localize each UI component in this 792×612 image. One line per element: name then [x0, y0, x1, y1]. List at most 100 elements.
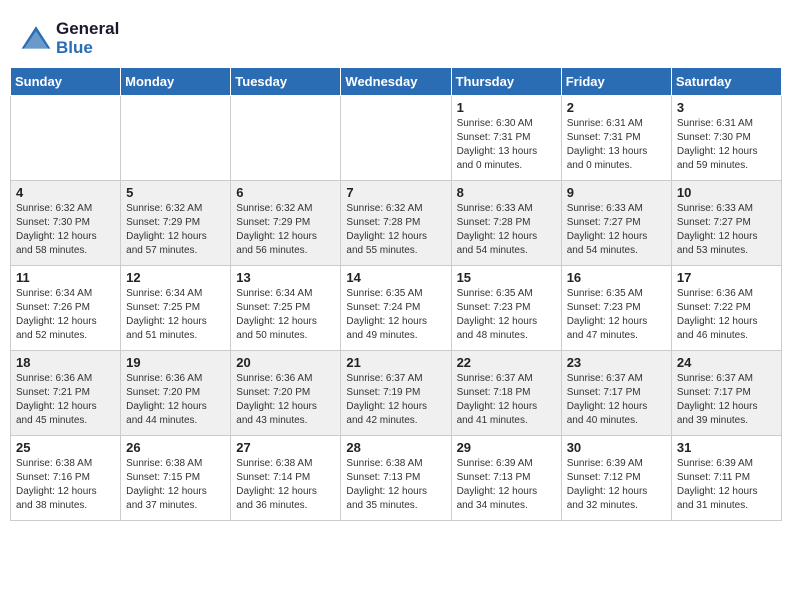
calendar-cell: 1Sunrise: 6:30 AM Sunset: 7:31 PM Daylig… — [451, 96, 561, 181]
calendar-cell: 24 Sunrise: 6:37 AM Sunset: 7:17 PM Dayli… — [671, 351, 781, 436]
day-info: Sunrise: 6:39 AM Sunset: 7:11 PM Dayligh… — [677, 457, 776, 513]
logo-line2: Blue — [56, 39, 119, 58]
calendar-cell: 21 Sunrise: 6:37 AM Sunset: 7:19 PM Dayli… — [341, 351, 451, 436]
day-info: Sunrise: 6:37 AM Sunset: 7:19 PM Dayligh… — [346, 372, 445, 428]
day-number: 10 — [677, 185, 776, 200]
day-info: Sunrise: 6:35 AM Sunset: 7:23 PM Dayligh… — [457, 287, 556, 343]
day-number: 21 — [346, 355, 445, 370]
day-number: 20 — [236, 355, 335, 370]
logo-icon — [20, 23, 52, 55]
day-number: 28 — [346, 440, 445, 455]
day-info: Sunrise: 6:34 AM Sunset: 7:25 PM Dayligh… — [236, 287, 335, 343]
day-info: Sunrise: 6:35 AM Sunset: 7:23 PM Dayligh… — [567, 287, 666, 343]
day-number: 13 — [236, 270, 335, 285]
weekday-wednesday: Wednesday — [341, 68, 451, 96]
day-info: Sunrise: 6:32 AM Sunset: 7:28 PM Dayligh… — [346, 202, 445, 258]
day-info: Sunrise: 6:33 AM Sunset: 7:27 PM Dayligh… — [677, 202, 776, 258]
week-row-3: 18 Sunrise: 6:36 AM Sunset: 7:21 PM Dayli… — [11, 351, 782, 436]
calendar-cell: 19Sunrise: 6:36 AM Sunset: 7:20 PM Dayli… — [121, 351, 231, 436]
weekday-sunday: Sunday — [11, 68, 121, 96]
day-number: 16 — [567, 270, 666, 285]
calendar-cell: 16 Sunrise: 6:35 AM Sunset: 7:23 PM Dayli… — [561, 266, 671, 351]
day-number: 8 — [457, 185, 556, 200]
day-number: 31 — [677, 440, 776, 455]
day-info: Sunrise: 6:38 AM Sunset: 7:14 PM Dayligh… — [236, 457, 335, 513]
calendar-cell: 29Sunrise: 6:39 AM Sunset: 7:13 PM Dayli… — [451, 436, 561, 521]
calendar-cell: 25 Sunrise: 6:38 AM Sunset: 7:16 PM Dayli… — [11, 436, 121, 521]
day-number: 7 — [346, 185, 445, 200]
day-number: 25 — [16, 440, 115, 455]
day-info: Sunrise: 6:36 AM Sunset: 7:20 PM Dayligh… — [236, 372, 335, 428]
calendar-cell: 28 Sunrise: 6:38 AM Sunset: 7:13 PM Dayli… — [341, 436, 451, 521]
header: General Blue — [10, 10, 782, 62]
calendar-cell: 4Sunrise: 6:32 AM Sunset: 7:30 PM Daylig… — [11, 181, 121, 266]
calendar-cell: 2 Sunrise: 6:31 AM Sunset: 7:31 PM Daylig… — [561, 96, 671, 181]
day-info: Sunrise: 6:37 AM Sunset: 7:18 PM Dayligh… — [457, 372, 556, 428]
day-info: Sunrise: 6:36 AM Sunset: 7:22 PM Dayligh… — [677, 287, 776, 343]
day-number: 18 — [16, 355, 115, 370]
calendar-cell — [121, 96, 231, 181]
calendar-cell — [11, 96, 121, 181]
day-number: 11 — [16, 270, 115, 285]
calendar-cell: 15 Sunrise: 6:35 AM Sunset: 7:23 PM Dayli… — [451, 266, 561, 351]
calendar-cell: 30 Sunrise: 6:39 AM Sunset: 7:12 PM Dayli… — [561, 436, 671, 521]
calendar-cell: 9Sunrise: 6:33 AM Sunset: 7:27 PM Daylig… — [561, 181, 671, 266]
day-info: Sunrise: 6:38 AM Sunset: 7:13 PM Dayligh… — [346, 457, 445, 513]
calendar-cell: 31 Sunrise: 6:39 AM Sunset: 7:11 PM Dayli… — [671, 436, 781, 521]
day-info: Sunrise: 6:37 AM Sunset: 7:17 PM Dayligh… — [567, 372, 666, 428]
calendar-cell: 26 Sunrise: 6:38 AM Sunset: 7:15 PM Dayli… — [121, 436, 231, 521]
calendar-cell: 18 Sunrise: 6:36 AM Sunset: 7:21 PM Dayli… — [11, 351, 121, 436]
day-number: 24 — [677, 355, 776, 370]
day-number: 14 — [346, 270, 445, 285]
calendar-cell: 11 Sunrise: 6:34 AM Sunset: 7:26 PM Dayli… — [11, 266, 121, 351]
calendar-cell: 20 Sunrise: 6:36 AM Sunset: 7:20 PM Dayli… — [231, 351, 341, 436]
calendar-cell — [341, 96, 451, 181]
day-info: Sunrise: 6:33 AM Sunset: 7:28 PM Dayligh… — [457, 202, 556, 258]
day-number: 6 — [236, 185, 335, 200]
week-row-0: 1Sunrise: 6:30 AM Sunset: 7:31 PM Daylig… — [11, 96, 782, 181]
day-number: 19 — [126, 355, 225, 370]
day-info: Sunrise: 6:34 AM Sunset: 7:25 PM Dayligh… — [126, 287, 225, 343]
week-row-1: 4Sunrise: 6:32 AM Sunset: 7:30 PM Daylig… — [11, 181, 782, 266]
calendar-cell: 10 Sunrise: 6:33 AM Sunset: 7:27 PM Dayli… — [671, 181, 781, 266]
day-number: 15 — [457, 270, 556, 285]
calendar-cell: 3 Sunrise: 6:31 AM Sunset: 7:30 PM Daylig… — [671, 96, 781, 181]
day-number: 22 — [457, 355, 556, 370]
day-number: 12 — [126, 270, 225, 285]
calendar-cell: 27 Sunrise: 6:38 AM Sunset: 7:14 PM Dayli… — [231, 436, 341, 521]
weekday-saturday: Saturday — [671, 68, 781, 96]
calendar-cell: 7 Sunrise: 6:32 AM Sunset: 7:28 PM Daylig… — [341, 181, 451, 266]
day-info: Sunrise: 6:39 AM Sunset: 7:12 PM Dayligh… — [567, 457, 666, 513]
day-number: 27 — [236, 440, 335, 455]
day-number: 3 — [677, 100, 776, 115]
day-number: 5 — [126, 185, 225, 200]
calendar-cell: 5Sunrise: 6:32 AM Sunset: 7:29 PM Daylig… — [121, 181, 231, 266]
day-info: Sunrise: 6:31 AM Sunset: 7:31 PM Dayligh… — [567, 117, 666, 173]
day-info: Sunrise: 6:33 AM Sunset: 7:27 PM Dayligh… — [567, 202, 666, 258]
day-info: Sunrise: 6:30 AM Sunset: 7:31 PM Dayligh… — [457, 117, 556, 173]
day-info: Sunrise: 6:36 AM Sunset: 7:21 PM Dayligh… — [16, 372, 115, 428]
day-number: 23 — [567, 355, 666, 370]
day-number: 26 — [126, 440, 225, 455]
day-number: 30 — [567, 440, 666, 455]
weekday-tuesday: Tuesday — [231, 68, 341, 96]
day-info: Sunrise: 6:32 AM Sunset: 7:30 PM Dayligh… — [16, 202, 115, 258]
day-number: 2 — [567, 100, 666, 115]
day-info: Sunrise: 6:37 AM Sunset: 7:17 PM Dayligh… — [677, 372, 776, 428]
weekday-friday: Friday — [561, 68, 671, 96]
day-info: Sunrise: 6:32 AM Sunset: 7:29 PM Dayligh… — [236, 202, 335, 258]
calendar-cell: 14 Sunrise: 6:35 AM Sunset: 7:24 PM Dayli… — [341, 266, 451, 351]
weekday-monday: Monday — [121, 68, 231, 96]
day-info: Sunrise: 6:31 AM Sunset: 7:30 PM Dayligh… — [677, 117, 776, 173]
day-info: Sunrise: 6:38 AM Sunset: 7:15 PM Dayligh… — [126, 457, 225, 513]
calendar-cell: 6 Sunrise: 6:32 AM Sunset: 7:29 PM Daylig… — [231, 181, 341, 266]
day-info: Sunrise: 6:34 AM Sunset: 7:26 PM Dayligh… — [16, 287, 115, 343]
calendar-table: SundayMondayTuesdayWednesdayThursdayFrid… — [10, 67, 782, 521]
calendar-cell: 8 Sunrise: 6:33 AM Sunset: 7:28 PM Daylig… — [451, 181, 561, 266]
day-info: Sunrise: 6:35 AM Sunset: 7:24 PM Dayligh… — [346, 287, 445, 343]
week-row-2: 11 Sunrise: 6:34 AM Sunset: 7:26 PM Dayli… — [11, 266, 782, 351]
calendar-cell: 12 Sunrise: 6:34 AM Sunset: 7:25 PM Dayli… — [121, 266, 231, 351]
logo-line1: General — [56, 20, 119, 39]
day-number: 29 — [457, 440, 556, 455]
day-info: Sunrise: 6:38 AM Sunset: 7:16 PM Dayligh… — [16, 457, 115, 513]
